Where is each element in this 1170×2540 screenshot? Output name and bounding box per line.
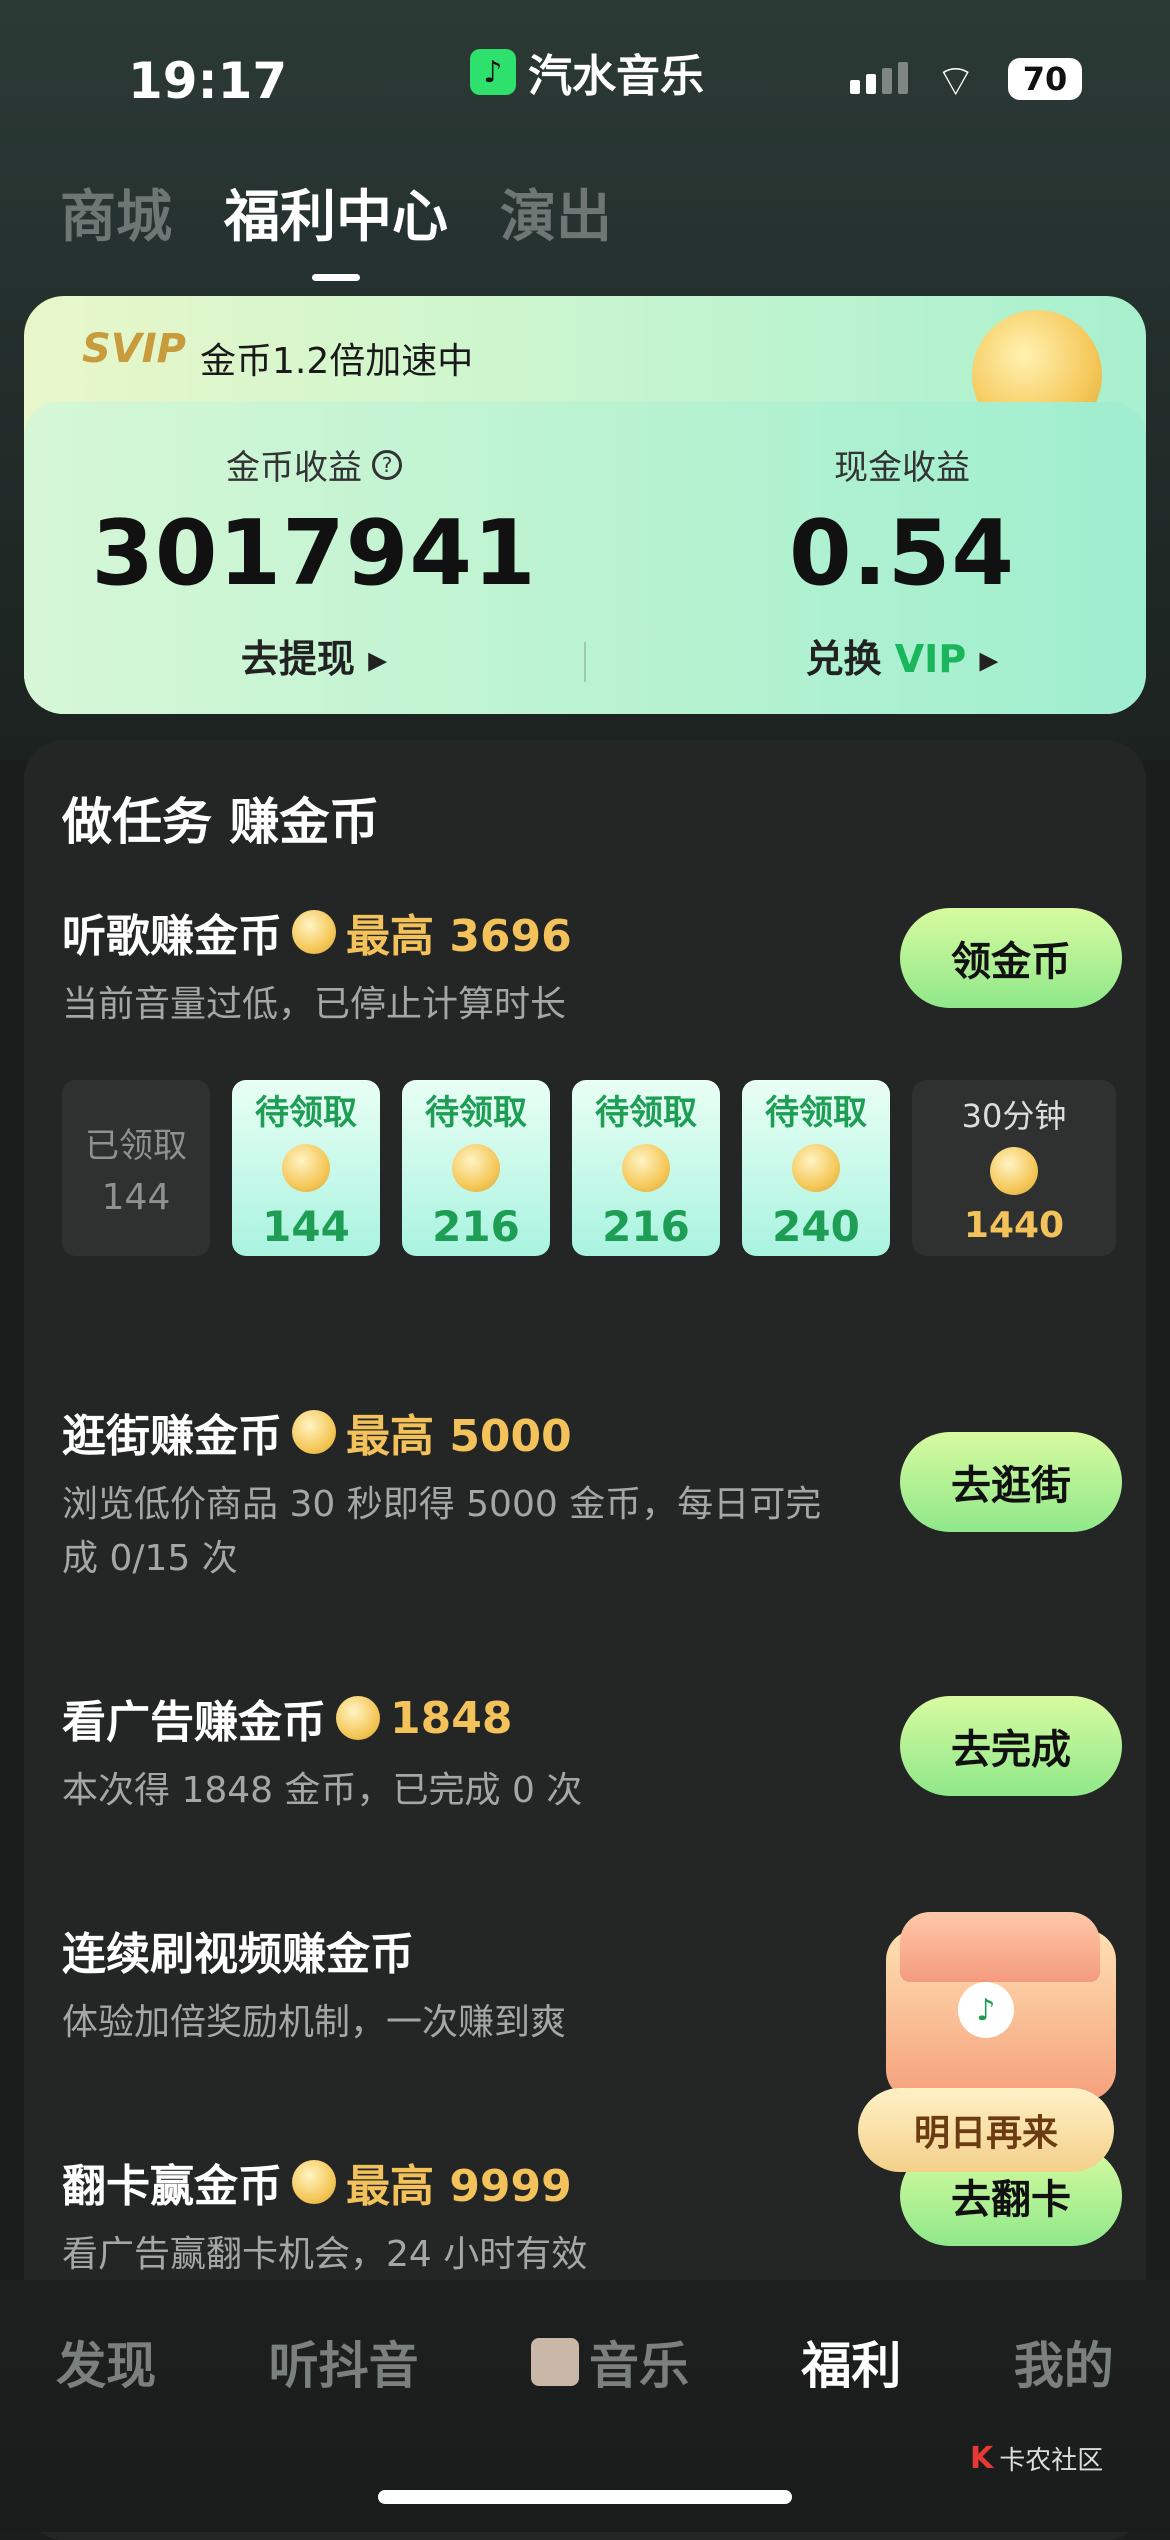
coin-icon (282, 1144, 330, 1192)
svip-banner: SVIP 金币1.2倍加速中 (24, 296, 1146, 440)
coin-icon (292, 2160, 336, 2204)
task-reward: 1848 (390, 1692, 513, 1744)
reward-slot-30min[interactable]: 30分钟 1440 (912, 1080, 1116, 1256)
reward-slot[interactable]: 待领取 216 (572, 1080, 720, 1256)
go-shopping-button[interactable]: 去逛街 (900, 1432, 1122, 1532)
watermark: K 卡农社区 (970, 2441, 1104, 2476)
task-desc: 体验加倍奖励机制，一次赚到爽 (62, 2002, 567, 2043)
cellular-signal-icon (850, 62, 908, 94)
tab-shows[interactable]: 演出 (500, 172, 612, 253)
task-reward: 最高 3696 (346, 911, 572, 962)
coin-earnings: 金币收益? 3017941 去提现 ▸ (74, 440, 554, 683)
svip-speed-text: 金币1.2倍加速中 (200, 341, 474, 382)
top-tabs: 商城 福利中心 演出 (60, 172, 612, 281)
task-name: 看广告赚金币 (62, 1697, 326, 1748)
music-note-icon: ♪ (958, 1982, 1014, 2038)
svip-badge: SVIP (82, 326, 186, 372)
tab-mall[interactable]: 商城 (60, 172, 172, 253)
earnings-card: SVIP 金币1.2倍加速中 金币收益? 3017941 去提现 ▸ 现金收益 … (24, 296, 1146, 714)
listen-reward-slots: 已领取 144 待领取 144 待领取 216 待领取 216 待领取 240 … (62, 1080, 1116, 1256)
coin-stack-icon (990, 1146, 1038, 1195)
app-logo-icon: ♪ (470, 49, 516, 95)
battery-level: 70 (1022, 60, 1068, 98)
coin-icon (292, 910, 336, 954)
coin-earnings-value: 3017941 (91, 501, 537, 606)
watermark-logo-icon: K (970, 2441, 994, 2476)
cash-earnings: 现金收益 0.54 兑换 VIP ▸ (662, 440, 1142, 683)
reward-slot[interactable]: 待领取 216 (402, 1080, 550, 1256)
arrow-right-icon: ▸ (979, 637, 999, 681)
withdraw-link[interactable]: 去提现 ▸ (74, 628, 554, 683)
battery-icon: 70 (1008, 58, 1082, 100)
nav-discover[interactable]: 发现 (56, 2326, 156, 2398)
nav-welfare[interactable]: 福利 (801, 2326, 901, 2398)
tasks-panel: 做任务 赚金币 听歌赚金币 最高 3696 当前音量过低，已停止计算时长 领金币 … (24, 740, 1146, 2540)
divider (584, 642, 586, 682)
nav-me[interactable]: 我的 (1014, 2326, 1114, 2398)
task-listen: 听歌赚金币 最高 3696 当前音量过低，已停止计算时长 领金币 (62, 900, 1122, 1032)
reward-slot[interactable]: 待领取 144 (232, 1080, 380, 1256)
task-name: 听歌赚金币 (62, 911, 282, 962)
arrow-right-icon: ▸ (368, 637, 388, 681)
task-name: 翻卡赢金币 (62, 2161, 282, 2212)
coin-icon (292, 1410, 336, 1454)
chest-lid (900, 1912, 1100, 1982)
tasks-title: 做任务 赚金币 (62, 793, 380, 851)
task-desc: 当前音量过低，已停止计算时长 (62, 984, 567, 1025)
status-bar: 19:17 ♪ 汽水音乐 ⌔ 70 (0, 40, 1170, 120)
avatar (530, 2338, 579, 2386)
task-desc: 看广告赢翻卡机会，24 小时有效 (62, 2234, 588, 2275)
task-watch-ad: 看广告赚金币 1848 本次得 1848 金币，已完成 0 次 去完成 (62, 1686, 1122, 1818)
coin-icon (336, 1696, 380, 1740)
reward-slot[interactable]: 待领取 240 (742, 1080, 890, 1256)
home-indicator[interactable] (378, 2490, 792, 2504)
status-time: 19:17 (128, 52, 288, 110)
app-title: ♪ 汽水音乐 (470, 40, 704, 104)
wifi-icon: ⌔ (935, 56, 977, 107)
complete-button[interactable]: 去完成 (900, 1696, 1122, 1796)
tab-welfare-center[interactable]: 福利中心 (224, 172, 448, 281)
task-desc: 本次得 1848 金币，已完成 0 次 (62, 1770, 583, 1811)
reward-slot-claimed: 已领取 144 (62, 1080, 210, 1256)
task-shopping: 逛街赚金币 最高 5000 浏览低价商品 30 秒即得 5000 金币，每日可完成… (62, 1400, 1122, 1586)
task-name: 连续刷视频赚金币 (62, 1929, 414, 1980)
task-reward: 最高 9999 (346, 2161, 572, 2212)
come-back-tomorrow-button[interactable]: 明日再来 (858, 2088, 1114, 2172)
coin-icon (452, 1144, 500, 1192)
nav-douyin[interactable]: 听抖音 (269, 2326, 419, 2398)
coin-earnings-label: 金币收益 (226, 448, 362, 488)
help-icon[interactable]: ? (372, 449, 402, 480)
cash-earnings-value: 0.54 (788, 501, 1016, 606)
task-desc: 浏览低价商品 30 秒即得 5000 金币，每日可完成 0/15 次 (62, 1484, 822, 1579)
coin-icon (622, 1144, 670, 1192)
task-reward: 最高 5000 (346, 1411, 572, 1462)
cash-earnings-label: 现金收益 (834, 448, 970, 488)
treasure-chest-icon[interactable]: ♪ (886, 1912, 1116, 2100)
coin-icon (792, 1144, 840, 1192)
task-name: 逛街赚金币 (62, 1411, 282, 1462)
claim-coins-button[interactable]: 领金币 (900, 908, 1122, 1008)
vip-text: VIP (894, 637, 967, 681)
nav-music[interactable]: 音乐 (530, 2326, 689, 2398)
redeem-vip-link[interactable]: 兑换 VIP ▸ (662, 628, 1142, 683)
earnings-panel: 金币收益? 3017941 去提现 ▸ 现金收益 0.54 兑换 VIP ▸ (24, 402, 1146, 714)
app-name: 汽水音乐 (528, 51, 704, 102)
